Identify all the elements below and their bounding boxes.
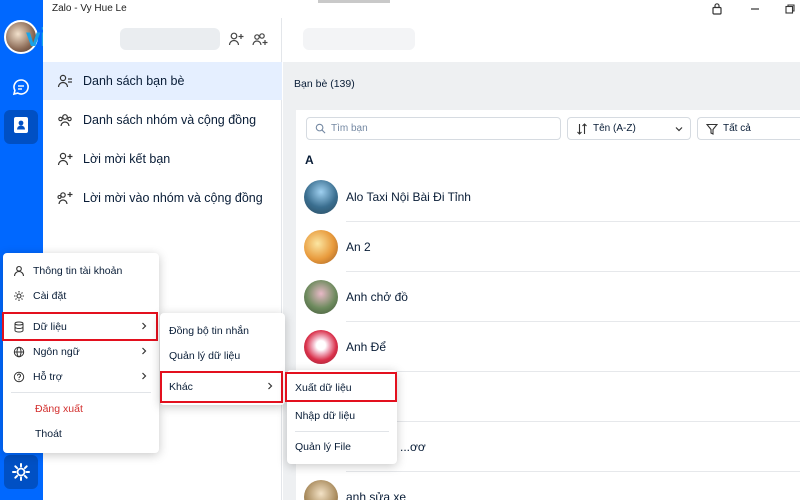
friend-row[interactable]: anh sửa xe <box>296 472 800 500</box>
nav-friend-list[interactable]: Danh sách bạn bè <box>43 62 282 100</box>
title-bar-handle <box>318 0 390 3</box>
menu-item-label: Đăng xuất <box>35 403 83 415</box>
menu-divider <box>295 431 389 432</box>
menu-item-manage-data[interactable]: Quản lý dữ liệu <box>160 344 285 368</box>
menu-item-label: Nhập dữ liệu <box>295 410 356 422</box>
nav-item-label: Danh sách nhóm và cộng đồng <box>83 113 257 127</box>
friend-list-icon <box>57 74 72 88</box>
create-group-icon[interactable] <box>252 31 270 49</box>
menu-item-label: Quản lý File <box>295 441 352 453</box>
title-bar: Zalo - Vy Hue Le <box>0 0 800 18</box>
contacts-book-icon <box>11 115 31 140</box>
menu-item-label: Thoát <box>35 428 62 440</box>
highlight-box-other <box>160 371 283 403</box>
friend-avatar <box>304 330 338 364</box>
menu-item-language[interactable]: Ngôn ngữ <box>3 340 159 364</box>
filter-icon <box>706 123 718 135</box>
friend-name: Anh Để <box>346 340 387 354</box>
friend-name: An 2 <box>346 240 371 254</box>
help-icon <box>13 371 25 383</box>
menu-divider <box>11 392 151 393</box>
sort-dropdown[interactable]: Tên (A-Z) <box>567 117 691 140</box>
chevron-right-icon <box>142 347 147 355</box>
menu-item-manage-files[interactable]: Quản lý File <box>287 435 397 459</box>
nav-item-label: Lời mời kết bạn <box>83 152 171 166</box>
menu-item-account-info[interactable]: Thông tin tài khoản <box>3 259 159 283</box>
messages-tab[interactable] <box>4 72 38 106</box>
menu-item-label: Cài đặt <box>33 290 67 302</box>
menu-item-logout[interactable]: Đăng xuất <box>3 397 159 421</box>
user-icon <box>13 265 25 277</box>
globe-icon <box>13 346 25 358</box>
settings-button[interactable] <box>4 455 38 489</box>
sort-icon <box>577 122 587 135</box>
menu-item-support[interactable]: Hỗ trợ <box>3 365 159 389</box>
nav-friend-requests[interactable]: Lời mời kết bạn <box>43 140 282 178</box>
friend-row[interactable]: Anh chở đồ <box>296 272 800 322</box>
window-title: Zalo - Vy Hue Le <box>52 3 127 14</box>
restore-icon[interactable] <box>784 2 798 16</box>
nav-group-invites[interactable]: Lời mời vào nhóm và cộng đồng <box>43 179 282 217</box>
menu-item-settings[interactable]: Cài đặt <box>3 284 159 308</box>
friend-search-input[interactable]: Tìm bạn <box>306 117 561 140</box>
nav-item-label: Lời mời vào nhóm và cộng đồng <box>83 191 263 205</box>
group-invite-icon <box>57 192 73 205</box>
menu-item-label: Đồng bộ tin nhắn <box>169 325 249 337</box>
friend-request-icon <box>57 152 73 166</box>
menu-item-label: Hỗ trợ <box>33 371 63 383</box>
friend-avatar <box>304 480 338 500</box>
chevron-down-icon <box>675 126 683 131</box>
nav-item-label: Danh sách bạn bè <box>83 74 185 88</box>
gear-icon <box>12 463 30 481</box>
gear-icon <box>14 291 24 301</box>
chevron-right-icon <box>142 372 147 380</box>
highlight-box-data <box>2 312 158 341</box>
lock-icon[interactable] <box>711 2 725 16</box>
friend-name: ...ơơ <box>400 440 426 454</box>
friend-row[interactable]: Anh Để <box>296 322 800 372</box>
search-placeholder: Tìm bạn <box>331 123 368 134</box>
panel-search-input[interactable] <box>120 28 220 50</box>
friends-count: Bạn bè (139) <box>294 78 355 90</box>
add-friend-icon[interactable] <box>228 31 246 49</box>
chat-icon <box>11 77 31 102</box>
friend-name: anh sửa xe <box>346 490 407 500</box>
nav-group-list[interactable]: Danh sách nhóm và cộng đồng <box>43 101 282 139</box>
contacts-tab[interactable] <box>4 110 38 144</box>
menu-item-exit[interactable]: Thoát <box>3 422 159 446</box>
settings-menu: Thông tin tài khoản Cài đặt Dữ liệu Ngôn… <box>3 253 159 453</box>
section-letter: A <box>305 153 314 167</box>
filter-label: Tất cả <box>723 123 751 134</box>
friend-avatar <box>304 230 338 264</box>
menu-item-label: Ngôn ngữ <box>33 346 80 358</box>
menu-item-label: Quản lý dữ liệu <box>169 350 241 362</box>
friend-avatar <box>304 280 338 314</box>
menu-item-import-data[interactable]: Nhập dữ liệu <box>287 404 397 428</box>
highlight-box-export <box>285 372 397 402</box>
minimize-icon[interactable] <box>749 2 763 16</box>
main-header-title-placeholder <box>303 28 415 50</box>
friend-name: Alo Taxi Nội Bài Đi Tỉnh <box>346 190 471 204</box>
sort-label: Tên (A-Z) <box>593 123 636 134</box>
friend-name: Anh chở đồ <box>346 290 408 304</box>
menu-item-sync-messages[interactable]: Đồng bộ tin nhắn <box>160 319 285 343</box>
group-icon <box>58 114 72 127</box>
friend-avatar <box>304 180 338 214</box>
friend-row[interactable]: Alo Taxi Nội Bài Đi Tỉnh <box>296 172 800 222</box>
filter-dropdown[interactable]: Tất cả <box>697 117 800 140</box>
search-icon <box>315 123 326 134</box>
friend-row[interactable]: An 2 <box>296 222 800 272</box>
menu-item-label: Thông tin tài khoản <box>33 265 123 277</box>
